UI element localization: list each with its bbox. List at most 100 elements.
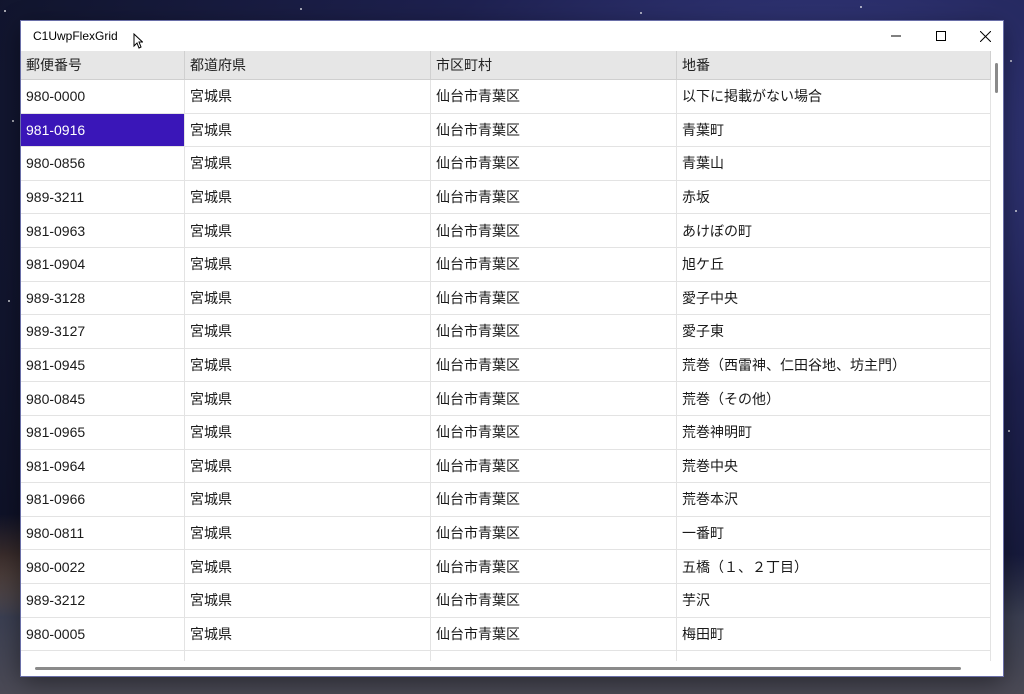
table-row[interactable]: 980-0000 宮城県 仙台市青葉区 以下に掲載がない場合 xyxy=(21,80,991,114)
cell-postal-code[interactable]: 980-0845 xyxy=(21,382,185,415)
cell-postal-code[interactable]: 989-3211 xyxy=(21,180,185,214)
table-row[interactable]: 980-0856 宮城県 仙台市青葉区 青葉山 xyxy=(21,147,991,181)
cell-address[interactable]: 以下に掲載がない場合 xyxy=(677,80,991,113)
cell-postal-code[interactable]: 980-0005 xyxy=(21,617,185,651)
cell-address[interactable]: 荒巻神明町 xyxy=(677,416,991,449)
cell-city[interactable]: 仙台市青葉区 xyxy=(431,113,677,147)
maximize-button[interactable] xyxy=(918,21,963,51)
minimize-button[interactable] xyxy=(873,21,918,51)
cell-postal-code[interactable]: 980-0000 xyxy=(21,80,185,113)
cell-city[interactable]: 仙台市青葉区 xyxy=(431,382,677,415)
table-row[interactable]: 980-0811 宮城県 仙台市青葉区 一番町 xyxy=(21,516,991,551)
vertical-scroll-thumb[interactable] xyxy=(995,63,998,93)
cell-prefecture[interactable]: 宮城県 xyxy=(185,416,431,449)
cell-city[interactable]: 仙台市青葉区 xyxy=(431,315,677,348)
cell-address[interactable]: 青葉町 xyxy=(677,113,991,147)
cell-postal-code[interactable]: 981-0904 xyxy=(21,248,185,281)
table-row[interactable] xyxy=(21,651,991,661)
table-row[interactable]: 989-3212 宮城県 仙台市青葉区 芋沢 xyxy=(21,584,991,618)
cell-prefecture[interactable] xyxy=(185,651,431,661)
cell-city[interactable]: 仙台市青葉区 xyxy=(431,348,677,382)
cell-prefecture[interactable]: 宮城県 xyxy=(185,113,431,147)
cell-city[interactable] xyxy=(431,651,677,661)
table-row[interactable]: 981-0963 宮城県 仙台市青葉区 あけぼの町 xyxy=(21,214,991,248)
cell-address[interactable]: 愛子東 xyxy=(677,315,991,348)
column-header-prefecture[interactable]: 都道府県 xyxy=(185,51,431,79)
cell-prefecture[interactable]: 宮城県 xyxy=(185,483,431,516)
cell-prefecture[interactable]: 宮城県 xyxy=(185,550,431,583)
cell-prefecture[interactable]: 宮城県 xyxy=(185,617,431,651)
table-row[interactable]: 981-0965 宮城県 仙台市青葉区 荒巻神明町 xyxy=(21,416,991,450)
cell-city[interactable]: 仙台市青葉区 xyxy=(431,147,677,180)
cell-city[interactable]: 仙台市青葉区 xyxy=(431,248,677,281)
cell-postal-code[interactable]: 980-0856 xyxy=(21,147,185,180)
table-row[interactable]: 981-0904 宮城県 仙台市青葉区 旭ケ丘 xyxy=(21,248,991,282)
cell-prefecture[interactable]: 宮城県 xyxy=(185,214,431,247)
cell-address[interactable]: 五橋（１、２丁目） xyxy=(677,550,991,583)
cell-city[interactable]: 仙台市青葉区 xyxy=(431,617,677,651)
table-row[interactable]: 981-0916 宮城県 仙台市青葉区 青葉町 xyxy=(21,113,991,148)
column-header-address[interactable]: 地番 xyxy=(677,51,991,79)
cell-city[interactable]: 仙台市青葉区 xyxy=(431,281,677,315)
cell-postal-code[interactable]: 981-0963 xyxy=(21,214,185,247)
cell-prefecture[interactable]: 宮城県 xyxy=(185,180,431,214)
cell-address[interactable]: 荒巻中央 xyxy=(677,449,991,483)
table-row[interactable]: 981-0964 宮城県 仙台市青葉区 荒巻中央 xyxy=(21,449,991,484)
cell-address[interactable]: 梅田町 xyxy=(677,617,991,651)
flex-grid[interactable]: 郵便番号 都道府県 市区町村 地番 980-0000 宮城県 仙台市青葉区 以下に掲載… xyxy=(21,51,991,661)
cell-prefecture[interactable]: 宮城県 xyxy=(185,248,431,281)
cell-address[interactable]: 旭ケ丘 xyxy=(677,248,991,281)
cell-city[interactable]: 仙台市青葉区 xyxy=(431,214,677,247)
cell-postal-code[interactable]: 981-0965 xyxy=(21,416,185,449)
cell-prefecture[interactable]: 宮城県 xyxy=(185,281,431,315)
cell-postal-code[interactable]: 989-3212 xyxy=(21,584,185,617)
table-row[interactable]: 981-0945 宮城県 仙台市青葉区 荒巻（西雷神、仁田谷地、坊主門） xyxy=(21,348,991,383)
cell-address[interactable]: 一番町 xyxy=(677,516,991,550)
cell-address[interactable] xyxy=(677,651,991,661)
cell-city[interactable]: 仙台市青葉区 xyxy=(431,449,677,483)
cell-prefecture[interactable]: 宮城県 xyxy=(185,516,431,550)
table-row[interactable]: 989-3128 宮城県 仙台市青葉区 愛子中央 xyxy=(21,281,991,316)
cell-address[interactable]: 荒巻（西雷神、仁田谷地、坊主門） xyxy=(677,348,991,382)
cell-address[interactable]: 愛子中央 xyxy=(677,281,991,315)
cell-address[interactable]: 荒巻（その他） xyxy=(677,382,991,415)
cell-city[interactable]: 仙台市青葉区 xyxy=(431,416,677,449)
cell-address[interactable]: 荒巻本沢 xyxy=(677,483,991,516)
cell-city[interactable]: 仙台市青葉区 xyxy=(431,584,677,617)
cell-prefecture[interactable]: 宮城県 xyxy=(185,315,431,348)
cell-postal-code[interactable] xyxy=(21,651,185,661)
cell-city[interactable]: 仙台市青葉区 xyxy=(431,516,677,550)
vertical-scrollbar[interactable] xyxy=(995,57,999,657)
cell-postal-code[interactable]: 981-0945 xyxy=(21,348,185,382)
title-bar[interactable]: C1UwpFlexGrid xyxy=(21,21,1003,51)
table-row[interactable]: 989-3211 宮城県 仙台市青葉区 赤坂 xyxy=(21,180,991,215)
cell-postal-code[interactable]: 980-0022 xyxy=(21,550,185,583)
cell-prefecture[interactable]: 宮城県 xyxy=(185,147,431,180)
close-button[interactable] xyxy=(963,21,1008,51)
cell-prefecture[interactable]: 宮城県 xyxy=(185,348,431,382)
cell-address[interactable]: あけぼの町 xyxy=(677,214,991,247)
table-row[interactable]: 989-3127 宮城県 仙台市青葉区 愛子東 xyxy=(21,315,991,349)
cell-prefecture[interactable]: 宮城県 xyxy=(185,80,431,113)
cell-prefecture[interactable]: 宮城県 xyxy=(185,584,431,617)
cell-address[interactable]: 青葉山 xyxy=(677,147,991,180)
cell-city[interactable]: 仙台市青葉区 xyxy=(431,180,677,214)
cell-postal-code[interactable]: 989-3127 xyxy=(21,315,185,348)
cell-city[interactable]: 仙台市青葉区 xyxy=(431,80,677,113)
cell-address[interactable]: 赤坂 xyxy=(677,180,991,214)
cell-postal-code[interactable]: 981-0916 xyxy=(21,113,185,147)
cell-address[interactable]: 芋沢 xyxy=(677,584,991,617)
cell-postal-code[interactable]: 989-3128 xyxy=(21,281,185,315)
cell-prefecture[interactable]: 宮城県 xyxy=(185,382,431,415)
cell-city[interactable]: 仙台市青葉区 xyxy=(431,550,677,583)
table-row[interactable]: 980-0005 宮城県 仙台市青葉区 梅田町 xyxy=(21,617,991,652)
cell-prefecture[interactable]: 宮城県 xyxy=(185,449,431,483)
cell-postal-code[interactable]: 981-0964 xyxy=(21,449,185,483)
cell-city[interactable]: 仙台市青葉区 xyxy=(431,483,677,516)
column-header-postal-code[interactable]: 郵便番号 xyxy=(21,51,185,79)
column-header-city[interactable]: 市区町村 xyxy=(431,51,677,79)
table-row[interactable]: 980-0022 宮城県 仙台市青葉区 五橋（１、２丁目） xyxy=(21,550,991,584)
table-row[interactable]: 980-0845 宮城県 仙台市青葉区 荒巻（その他） xyxy=(21,382,991,416)
cell-postal-code[interactable]: 981-0966 xyxy=(21,483,185,516)
cell-postal-code[interactable]: 980-0811 xyxy=(21,516,185,550)
